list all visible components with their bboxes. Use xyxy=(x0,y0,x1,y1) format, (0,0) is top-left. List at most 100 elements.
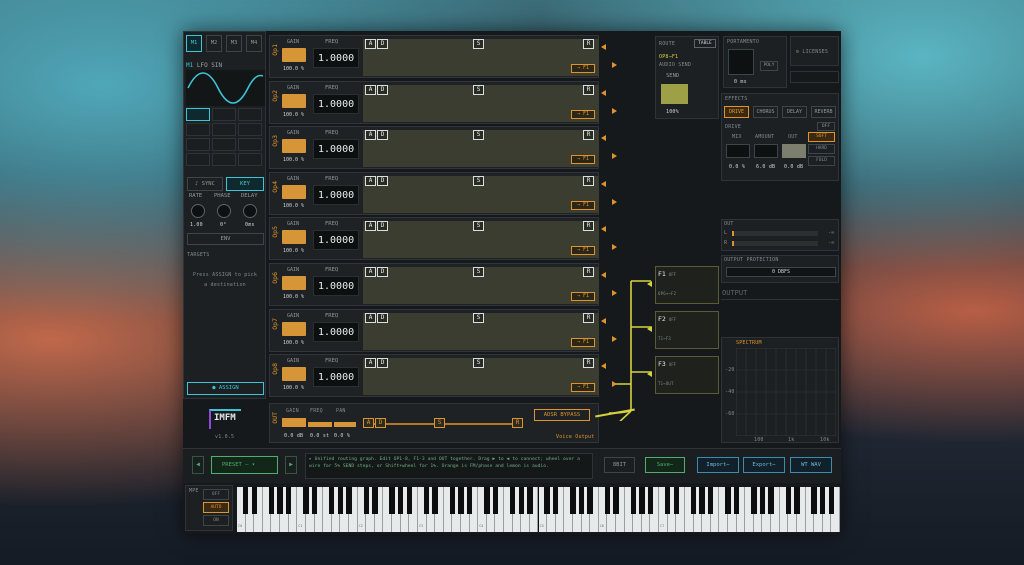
black-key[interactable] xyxy=(277,487,283,514)
black-key[interactable] xyxy=(509,487,516,514)
black-key[interactable] xyxy=(337,487,344,514)
black-key[interactable] xyxy=(432,487,438,514)
rate-knob[interactable] xyxy=(191,204,205,218)
sync-button[interactable]: ♪ SYNC xyxy=(187,177,223,191)
attack-handle[interactable]: A xyxy=(365,312,376,323)
route-button[interactable]: → F1 xyxy=(571,383,595,393)
mpe-mode-off[interactable]: OFF xyxy=(203,489,229,500)
drive-out-slider[interactable] xyxy=(782,144,806,158)
adsr-bypass-button[interactable]: ADSR BYPASS xyxy=(534,409,590,421)
lfo-shape-button[interactable] xyxy=(212,123,236,136)
filter-input-port-icon[interactable] xyxy=(647,371,652,377)
black-key[interactable] xyxy=(811,487,817,514)
preset-prev-button[interactable]: ◀ xyxy=(192,456,204,474)
filter-input-port-icon[interactable] xyxy=(647,281,652,287)
export-button[interactable]: Export⋯ xyxy=(743,457,785,473)
black-key[interactable] xyxy=(751,487,757,514)
effect-tab-delay[interactable]: DELAY xyxy=(782,106,807,118)
preset-selector[interactable]: PRESET — ▾ xyxy=(211,456,278,474)
table-button[interactable]: TABLE xyxy=(694,39,716,48)
decay-handle[interactable]: D xyxy=(377,267,388,277)
black-key[interactable] xyxy=(639,487,645,514)
route-button[interactable]: → F1 xyxy=(571,292,595,301)
tab-m1[interactable]: M1 xyxy=(186,35,202,52)
key-button[interactable]: KEY xyxy=(226,177,264,191)
decay-handle[interactable]: D xyxy=(377,312,388,323)
black-key[interactable] xyxy=(699,487,705,514)
release-handle[interactable]: R xyxy=(583,175,594,186)
sustain-handle[interactable]: S xyxy=(473,84,484,95)
output-port-icon[interactable] xyxy=(612,62,617,68)
effects-off-button[interactable]: OFF xyxy=(817,122,835,131)
portamento-slider[interactable] xyxy=(728,49,754,75)
output-port-icon[interactable] xyxy=(612,244,617,251)
out-decay-handle[interactable]: D xyxy=(375,418,386,428)
out-pan-slider[interactable] xyxy=(334,422,356,427)
black-key[interactable] xyxy=(630,487,636,514)
black-key[interactable] xyxy=(423,487,430,514)
input-port-icon[interactable] xyxy=(601,226,606,233)
black-key[interactable] xyxy=(311,487,318,514)
import-button[interactable]: Import⋯ xyxy=(697,457,739,473)
save-button[interactable]: Save⋯ xyxy=(645,457,685,473)
route-button[interactable]: → F1 xyxy=(571,64,595,73)
attack-handle[interactable]: A xyxy=(365,130,376,141)
release-handle[interactable]: R xyxy=(583,84,594,95)
mpe-mode-on[interactable]: ON xyxy=(203,515,229,526)
lfo-shape-button[interactable] xyxy=(238,108,262,121)
delay-knob[interactable] xyxy=(243,204,257,218)
black-key[interactable] xyxy=(389,487,395,514)
black-key[interactable] xyxy=(785,487,791,514)
lfo-shape-button[interactable] xyxy=(238,123,262,136)
freq-input[interactable]: 1.0000 xyxy=(313,139,359,160)
sustain-handle[interactable]: S xyxy=(473,221,484,232)
decay-handle[interactable]: D xyxy=(377,358,388,369)
filter-node[interactable]: F2 OFF T1→F3 xyxy=(655,311,719,349)
tab-m3[interactable]: M3 xyxy=(226,35,242,52)
black-key[interactable] xyxy=(553,487,559,514)
lfo-shape-button[interactable] xyxy=(238,138,262,151)
black-key[interactable] xyxy=(578,487,585,514)
route-button[interactable]: → F1 xyxy=(571,337,595,347)
black-key[interactable] xyxy=(466,487,473,514)
preset-next-button[interactable]: ▶ xyxy=(285,456,297,474)
black-key[interactable] xyxy=(794,487,800,514)
lfo-shape-button[interactable] xyxy=(186,138,210,151)
lfo-shape-button[interactable] xyxy=(238,153,262,166)
gain-slider[interactable] xyxy=(282,93,306,108)
black-key[interactable] xyxy=(346,487,352,514)
freq-input[interactable]: 1.0000 xyxy=(313,48,359,68)
sustain-handle[interactable]: S xyxy=(473,39,484,49)
route-button[interactable]: → F1 xyxy=(571,155,595,165)
black-key[interactable] xyxy=(527,487,533,514)
filter-node[interactable]: F1 OFF OP6+→F2 xyxy=(655,266,719,304)
protection-slider[interactable]: 0 DBFS xyxy=(726,267,836,277)
black-key[interactable] xyxy=(449,487,456,514)
black-key[interactable] xyxy=(285,487,292,514)
black-key[interactable] xyxy=(458,487,464,514)
gain-slider[interactable] xyxy=(282,184,306,199)
input-port-icon[interactable] xyxy=(601,44,606,50)
black-key[interactable] xyxy=(406,487,412,514)
decay-handle[interactable]: D xyxy=(377,130,388,141)
black-key[interactable] xyxy=(759,487,766,514)
tab-m4[interactable]: M4 xyxy=(246,35,262,52)
sustain-handle[interactable]: S xyxy=(473,130,484,141)
black-key[interactable] xyxy=(768,487,774,514)
input-port-icon[interactable] xyxy=(601,363,606,370)
black-key[interactable] xyxy=(518,487,524,514)
black-key[interactable] xyxy=(613,487,619,514)
effect-tab-chorus[interactable]: CHORUS xyxy=(753,106,778,118)
bit-button[interactable]: 8BIT xyxy=(604,457,635,473)
licenses-button[interactable]: ⚙ LICENSES xyxy=(790,36,839,66)
output-port-icon[interactable] xyxy=(612,153,617,160)
attack-handle[interactable]: A xyxy=(365,39,376,49)
attack-handle[interactable]: A xyxy=(365,221,376,232)
gain-slider[interactable] xyxy=(282,276,306,290)
lfo-shape-button[interactable] xyxy=(186,123,210,136)
gain-slider[interactable] xyxy=(282,139,306,154)
freq-input[interactable]: 1.0000 xyxy=(313,230,359,251)
send-amount-box[interactable] xyxy=(661,84,688,104)
black-key[interactable] xyxy=(733,487,740,514)
black-key[interactable] xyxy=(242,487,249,514)
